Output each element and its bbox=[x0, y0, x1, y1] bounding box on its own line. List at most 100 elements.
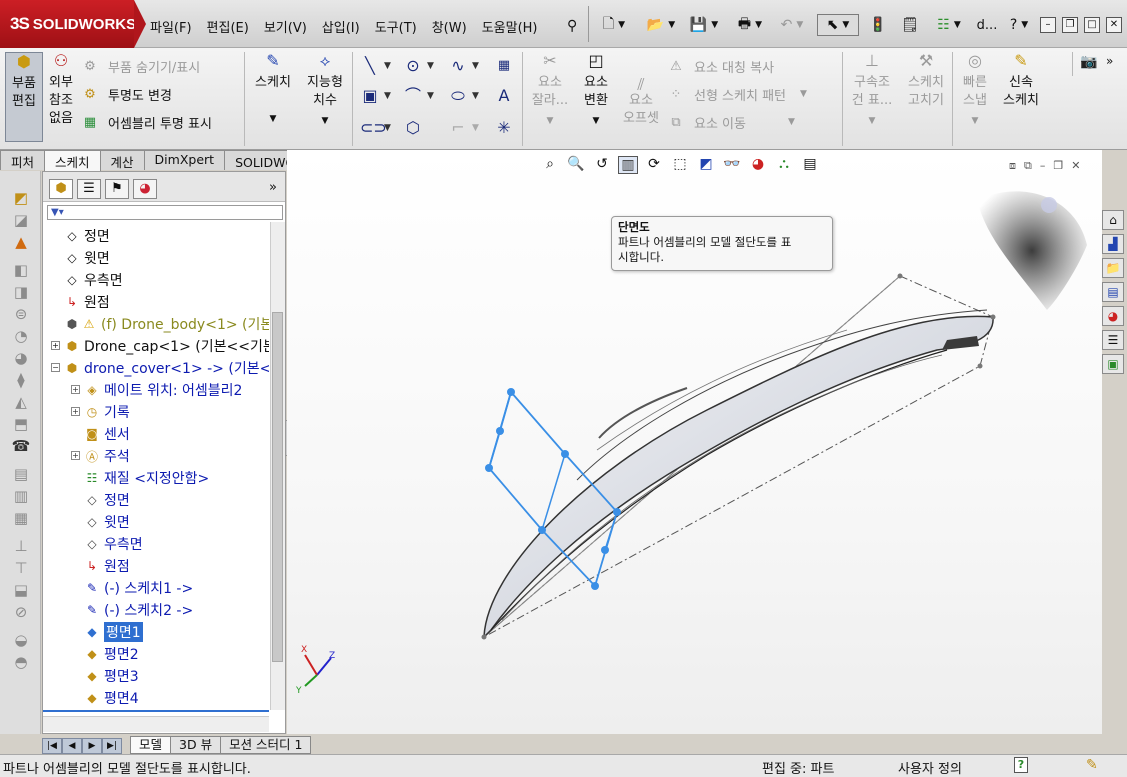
tab-dimxpert[interactable]: DimXpert bbox=[143, 150, 226, 170]
sketch-point[interactable] bbox=[613, 508, 621, 516]
rollback-bar[interactable] bbox=[43, 710, 269, 712]
align-icon[interactable]: ⊤ bbox=[6, 559, 36, 581]
last-tab-icon[interactable]: ▶| bbox=[102, 738, 122, 754]
revolve-icon[interactable]: ◪ bbox=[6, 211, 36, 233]
tree-item-plane2[interactable]: ◆ 평면2 bbox=[83, 643, 138, 665]
cut-revolve-icon[interactable]: ◨ bbox=[6, 283, 36, 305]
menu-edit[interactable]: 편집(E) bbox=[207, 17, 249, 36]
offset-entities-button[interactable]: ⫽ 요소 오프셋 bbox=[618, 76, 664, 142]
chevron-down-icon[interactable]: ▼ bbox=[472, 91, 479, 101]
viewport-restore-icon[interactable]: ❐ bbox=[1053, 159, 1063, 173]
tree-item-drone-cover[interactable]: − ⬢ drone_cover<1> -> (기본< bbox=[51, 357, 269, 379]
sketch-point[interactable] bbox=[561, 450, 569, 458]
tree-scrollbar-thumb[interactable] bbox=[272, 312, 283, 662]
dome-icon[interactable]: ◒ bbox=[6, 631, 36, 653]
sketch-point[interactable] bbox=[538, 526, 546, 534]
external-references-button[interactable]: ⚇ 외부 참조 없음 bbox=[45, 52, 77, 142]
camera-icon[interactable]: 📷 bbox=[1080, 54, 1097, 70]
chevron-down-icon[interactable]: ▼ bbox=[472, 61, 479, 71]
menu-window[interactable]: 창(W) bbox=[432, 17, 467, 36]
tree-item-top-plane[interactable]: ◇ 윗면 bbox=[63, 247, 109, 269]
tree-item-sensors[interactable]: ◙ 센서 bbox=[83, 423, 130, 445]
section-view-icon[interactable]: ▥ bbox=[618, 156, 638, 174]
file-properties-button[interactable]: 🗒 bbox=[898, 14, 922, 36]
edit-part-button[interactable]: ⬢ 부품 편집 bbox=[5, 52, 43, 142]
tree-item-top-plane-2[interactable]: ◇ 윗면 bbox=[83, 511, 129, 533]
tree-item-history[interactable]: + ◷ 기록 bbox=[71, 401, 130, 423]
expand-right-icon[interactable]: » bbox=[1106, 54, 1113, 68]
viewport-close-icon[interactable]: ✕ bbox=[1071, 159, 1080, 173]
tree-item-sketch2[interactable]: ✎ (-) 스케치2 -> bbox=[83, 599, 193, 621]
undo-button[interactable]: ↶ ▼ bbox=[775, 14, 809, 36]
sweep-icon[interactable]: ▲ bbox=[6, 233, 36, 255]
tree-item-drone-body[interactable]: ⬢ ⚠ (f) Drone_body<1> (기본< bbox=[63, 313, 269, 335]
configuration-tab-icon[interactable]: ⚑ bbox=[105, 179, 129, 199]
status-units[interactable]: 사용자 정의 bbox=[898, 758, 962, 777]
chevron-down-icon[interactable]: ▼ bbox=[472, 123, 479, 133]
expand-plus-icon[interactable]: + bbox=[51, 341, 60, 350]
menu-tools[interactable]: 도구(T) bbox=[375, 17, 417, 36]
chevron-down-icon[interactable]: ▼ bbox=[427, 91, 434, 101]
convert-entities-button[interactable]: ◰ 요소 변환 ▼ bbox=[576, 52, 616, 142]
rapid-sketch-button[interactable]: ✎ 신속 스케치 bbox=[998, 52, 1044, 142]
property-manager-tab-icon[interactable]: ☰ bbox=[77, 179, 101, 199]
point-icon[interactable]: ✳ bbox=[494, 118, 514, 138]
feature-tree-tab-icon[interactable]: ⬢ bbox=[49, 179, 73, 199]
tree-item-origin[interactable]: ↳ 원점 bbox=[63, 291, 110, 313]
arc-icon[interactable]: ⌒ bbox=[403, 86, 423, 106]
rectangle-icon[interactable]: ▣ bbox=[360, 86, 380, 106]
line-icon[interactable]: ╲ bbox=[360, 56, 380, 76]
repair-sketch-button[interactable]: ⚒ 스케치 고치기 bbox=[902, 52, 950, 142]
tree-item-right-plane-2[interactable]: ◇ 우측면 bbox=[83, 533, 142, 555]
pattern-icon[interactable]: ▤ bbox=[6, 465, 36, 487]
appearances-icon[interactable]: ◕ bbox=[1102, 306, 1124, 326]
next-tab-icon[interactable]: ▶ bbox=[82, 738, 102, 754]
tree-item-plane3[interactable]: ◆ 평면3 bbox=[83, 665, 138, 687]
hole-icon[interactable]: ⊜ bbox=[6, 305, 36, 327]
linear-pattern-button[interactable]: ⁘ 선형 스케치 패턴 ▼ bbox=[666, 80, 838, 108]
user-menu[interactable]: d... bbox=[974, 14, 1000, 36]
tile-vertical-icon[interactable]: ⧉ bbox=[1024, 159, 1032, 173]
chamfer-icon[interactable]: ◕ bbox=[6, 349, 36, 371]
rebuild-status-icon[interactable]: ✎ bbox=[1086, 757, 1098, 773]
sketch-point[interactable] bbox=[507, 388, 515, 396]
minimize-button[interactable]: – bbox=[1040, 17, 1056, 33]
hide-show-parts-button[interactable]: ⚙ 부품 숨기기/표시 bbox=[80, 52, 250, 80]
tree-item-front-plane[interactable]: ◇ 정면 bbox=[63, 225, 109, 247]
expand-plus-icon[interactable]: + bbox=[71, 407, 80, 416]
mirror-entities-button[interactable]: ⚠ 요소 대칭 복사 bbox=[666, 52, 838, 80]
sketch-point[interactable] bbox=[485, 464, 493, 472]
maximize-button[interactable]: □ bbox=[1084, 17, 1100, 33]
custom-properties-icon[interactable]: ☰ bbox=[1102, 330, 1124, 350]
sketch-button[interactable]: ✎ 스케치 ▼ bbox=[250, 52, 296, 142]
trim-entities-button[interactable]: ✂ 요소 잘라... ▼ bbox=[528, 52, 572, 142]
edit-appearance-icon[interactable]: ◕ bbox=[748, 156, 768, 174]
assembly-transparency-button[interactable]: ▦ 어셈블리 투명 표시 bbox=[80, 108, 250, 136]
slot-icon[interactable]: ⊂⊃ bbox=[360, 118, 387, 138]
options-button[interactable]: ☷ ▼ bbox=[928, 14, 970, 36]
tree-item-drone-cap[interactable]: + ⬢ Drone_cap<1> (기본<<기본 bbox=[51, 335, 269, 357]
new-document-button[interactable]: 🗋 ▼ bbox=[596, 14, 632, 36]
quick-snaps-button[interactable]: ◎ 빠른 스냅 ▼ bbox=[956, 52, 994, 142]
hide-show-items-icon[interactable]: 👓 bbox=[722, 156, 742, 174]
tree-item-plane4[interactable]: ◆ 평면4 bbox=[83, 687, 138, 709]
dimension-icon[interactable]: ⊥ bbox=[6, 537, 36, 559]
tab-sketch[interactable]: 스케치 bbox=[44, 150, 101, 172]
tree-item-material[interactable]: ☷ 재질 <지정안함> bbox=[83, 467, 210, 489]
extrude-icon[interactable]: ◩ bbox=[6, 189, 36, 211]
menu-insert[interactable]: 삽입(I) bbox=[322, 17, 360, 36]
fillet-icon[interactable]: ◔ bbox=[6, 327, 36, 349]
view-palette-icon[interactable]: ▤ bbox=[1102, 282, 1124, 302]
solidworks-logo[interactable]: 3S SOLIDWORKS bbox=[0, 0, 146, 48]
restore-button[interactable]: ❐ bbox=[1062, 17, 1078, 33]
change-transparency-button[interactable]: ⚙ 투명도 변경 bbox=[80, 80, 250, 108]
previous-tab-icon[interactable]: ◀ bbox=[62, 738, 82, 754]
chevron-down-icon[interactable]: ▼ bbox=[384, 123, 391, 133]
move-face-icon[interactable]: ⬓ bbox=[6, 581, 36, 603]
display-style-icon[interactable]: ◩ bbox=[696, 156, 716, 174]
save-button[interactable]: 💾 ▼ bbox=[686, 14, 722, 36]
tree-item-mate-location[interactable]: + ◈ 메이트 위치: 어셈블리2 bbox=[71, 379, 242, 401]
dynamic-annotation-icon[interactable]: ⟳ bbox=[644, 156, 664, 174]
appearance-tab-icon[interactable]: ◕ bbox=[133, 179, 157, 199]
view-orientation-icon[interactable]: ⬚ bbox=[670, 156, 690, 174]
